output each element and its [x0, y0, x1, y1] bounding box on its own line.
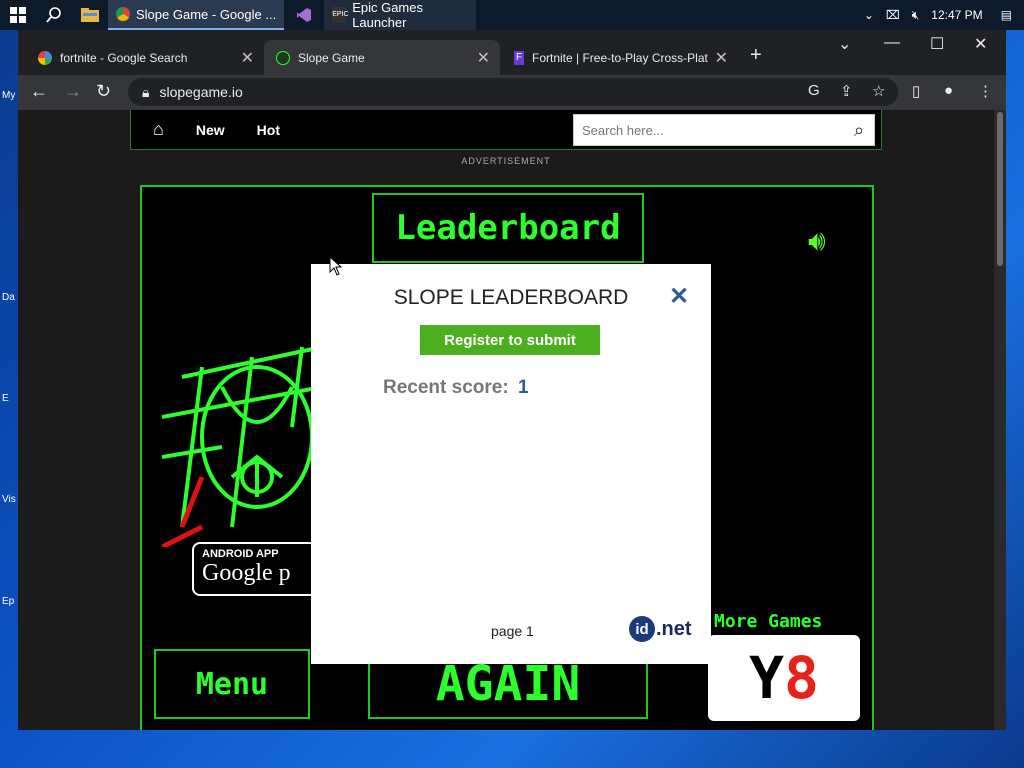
site-nav: ⌂ New Hot ⌕: [130, 110, 882, 150]
leaderboard-modal: SLOPE LEADERBOARD ✕ Register to submit R…: [311, 264, 711, 664]
site-search: ⌕: [573, 114, 875, 146]
fortnite-icon: F: [514, 50, 524, 65]
url-text: slopegame.io: [159, 84, 243, 100]
desktop-icon-label[interactable]: Vis: [2, 494, 16, 505]
tab-search-icon[interactable]: ⌄: [838, 34, 851, 54]
profile-icon[interactable]: ●: [944, 82, 953, 99]
url-field[interactable]: 🔒︎ slopegame.io: [128, 78, 898, 106]
side-panel-icon[interactable]: ▯: [912, 82, 920, 100]
share-icon[interactable]: ⇪: [840, 82, 853, 100]
speaker-icon[interactable]: 🔊︎: [808, 225, 826, 258]
network-icon[interactable]: ⌧: [880, 8, 906, 22]
reload-icon[interactable]: ↻: [96, 81, 111, 102]
tab-title: fortnite - Google Search: [60, 50, 188, 65]
tab-google-search[interactable]: fortnite - Google Search ✕: [26, 40, 264, 75]
search-input[interactable]: [582, 122, 844, 138]
recent-score-label: Recent score:: [383, 377, 509, 398]
close-tab-icon[interactable]: ✕: [715, 48, 728, 68]
desktop-icon-label[interactable]: My: [2, 90, 15, 101]
back-icon[interactable]: ←: [30, 81, 48, 102]
browser-window: fortnite - Google Search ✕ Slope Game ✕ …: [18, 30, 1006, 730]
desktop-icon-label[interactable]: Ep: [2, 596, 14, 607]
tab-title: Fortnite | Free-to-Play Cross-Plat: [532, 50, 708, 65]
system-tray: ⌄ ⌧ 🔇︎ 12:47 PM ▤: [858, 0, 1024, 30]
scrollbar[interactable]: [994, 110, 1006, 730]
y8-8: 8: [784, 644, 819, 712]
recent-score: Recent score: 1: [383, 377, 529, 399]
modal-title: SLOPE LEADERBOARD: [393, 286, 629, 309]
home-icon[interactable]: ⌂: [153, 119, 164, 140]
chrome-icon: [116, 7, 130, 21]
page-content: ⌂ New Hot ⌕ ADVERTISEMENT Leaderboard 🔊︎: [18, 110, 994, 730]
taskbar-app-chrome[interactable]: Slope Game - Google ...: [108, 0, 285, 30]
recent-score-value: 1: [517, 377, 529, 398]
android-badge-big: Google p: [202, 560, 291, 586]
scrollbar-thumb[interactable]: [997, 112, 1003, 266]
taskbar: Slope Game - Google ... EPIC Epic Games …: [0, 0, 1024, 30]
maximize-button[interactable]: ☐: [930, 34, 944, 54]
notifications-icon[interactable]: ▤: [989, 8, 1024, 22]
address-bar: ← → ↻ 🔒︎ slopegame.io G ⇪ ☆ ▯ ● ⋮: [18, 75, 1006, 110]
google-icon: [38, 50, 52, 65]
new-tab-button[interactable]: +: [750, 44, 762, 67]
leaderboard-title-button[interactable]: Leaderboard: [372, 193, 644, 263]
menu-dots-icon[interactable]: ⋮: [978, 82, 993, 100]
idnet-net: .net: [656, 617, 692, 640]
bookmark-star-icon[interactable]: ☆: [872, 82, 885, 100]
clock[interactable]: 12:47 PM: [925, 8, 988, 22]
taskbar-app-label: Epic Games Launcher: [352, 0, 423, 30]
chevron-up-icon[interactable]: ⌄: [858, 8, 880, 22]
lock-icon: 🔒︎: [142, 83, 150, 100]
advertisement-label: ADVERTISEMENT: [461, 156, 551, 166]
close-window-button[interactable]: ✕: [974, 34, 987, 54]
close-tab-icon[interactable]: ✕: [477, 48, 490, 68]
windows-start-icon[interactable]: [0, 0, 36, 30]
nav-new[interactable]: New: [196, 122, 225, 138]
page-number: page 1: [491, 623, 534, 639]
slope-favicon-icon: [276, 50, 290, 65]
epic-games-icon: EPIC: [332, 7, 349, 23]
y8-logo[interactable]: Y8: [708, 635, 860, 721]
file-explorer-icon[interactable]: [72, 0, 108, 30]
android-badge-small: ANDROID APP: [202, 548, 279, 560]
mouse-cursor-icon: [329, 256, 343, 276]
desktop-icon-label[interactable]: E: [2, 393, 9, 404]
taskbar-app-label: Slope Game - Google ...: [136, 6, 277, 22]
minimize-button[interactable]: —: [884, 34, 900, 52]
desktop-icon-label[interactable]: Da: [2, 292, 15, 303]
search-icon[interactable]: ⌕: [844, 120, 874, 141]
tab-title: Slope Game: [298, 50, 365, 65]
menu-button[interactable]: Menu: [154, 649, 310, 719]
nav-hot[interactable]: Hot: [257, 122, 280, 138]
search-icon[interactable]: [36, 0, 72, 30]
tab-fortnite[interactable]: F Fortnite | Free-to-Play Cross-Plat ✕: [502, 40, 738, 75]
tab-bar: fortnite - Google Search ✕ Slope Game ✕ …: [18, 30, 1006, 75]
close-tab-icon[interactable]: ✕: [241, 48, 254, 68]
idnet-logo[interactable]: id .net: [629, 616, 692, 642]
register-button[interactable]: Register to submit: [420, 325, 600, 355]
google-lens-icon[interactable]: G: [808, 82, 820, 99]
volume-muted-icon[interactable]: 🔇︎: [906, 8, 926, 23]
y8-y: Y: [749, 644, 784, 712]
forward-icon[interactable]: →: [64, 81, 82, 102]
more-games-label[interactable]: More Games: [714, 611, 822, 632]
taskbar-app-epic[interactable]: EPIC Epic Games Launcher: [324, 0, 477, 30]
idnet-id: id: [629, 616, 655, 642]
close-icon[interactable]: ✕: [669, 282, 689, 311]
visual-studio-icon[interactable]: [284, 0, 324, 30]
tab-slope-game[interactable]: Slope Game ✕: [264, 40, 500, 75]
